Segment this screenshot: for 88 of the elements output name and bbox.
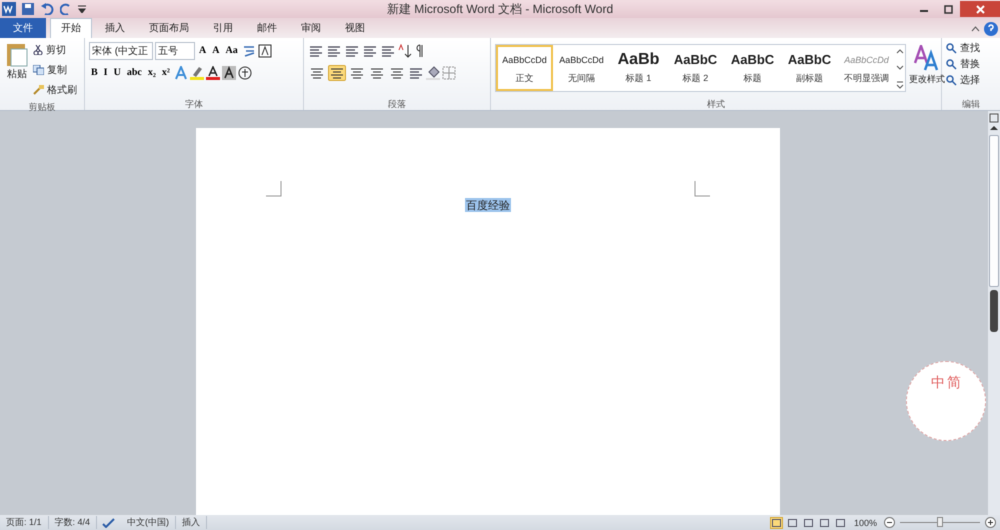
font-color-icon[interactable] bbox=[206, 66, 220, 80]
view-button[interactable] bbox=[802, 516, 815, 528]
ribbon-tab[interactable]: 邮件 bbox=[246, 18, 288, 38]
zoom-level[interactable]: 100% bbox=[854, 518, 877, 528]
group-label: 字体 bbox=[184, 98, 204, 110]
ribbon-tab[interactable]: 页面布局 bbox=[138, 18, 200, 38]
enclosed-character-icon[interactable] bbox=[238, 66, 252, 80]
change-styles-icon[interactable] bbox=[914, 45, 940, 71]
help-icon[interactable] bbox=[984, 22, 998, 36]
status-item[interactable]: 页面: 1/1 bbox=[0, 516, 49, 529]
group-label: 编辑 bbox=[961, 98, 981, 110]
zoom-slider[interactable] bbox=[937, 517, 943, 527]
align-button[interactable] bbox=[328, 65, 346, 81]
close-icon bbox=[976, 4, 984, 14]
zoom-out-icon[interactable] bbox=[884, 517, 895, 528]
margin-mark bbox=[266, 181, 282, 197]
ribbon-tab[interactable]: 开始 bbox=[50, 18, 92, 38]
format-button[interactable]: x₂ bbox=[146, 65, 158, 81]
style-item[interactable]: AaBbC 标题 2 bbox=[667, 45, 724, 91]
close-button[interactable] bbox=[960, 1, 1000, 17]
customize-icon[interactable] bbox=[78, 5, 86, 13]
status-item[interactable]: 中文(中国) bbox=[121, 516, 176, 529]
style-item[interactable]: AaBbC 标题 bbox=[724, 45, 781, 91]
style-item[interactable]: AaBb 标题 1 bbox=[610, 45, 667, 91]
proofing-icon[interactable] bbox=[101, 518, 118, 528]
maximize-icon bbox=[944, 4, 952, 14]
zoom-in-icon[interactable] bbox=[985, 517, 996, 528]
document-text: 百度经验 bbox=[465, 198, 511, 212]
change-styles-button[interactable]: 更改样式 bbox=[909, 73, 945, 86]
group-label: 剪贴板 bbox=[28, 101, 56, 113]
indicator-pill bbox=[990, 290, 998, 332]
ribbon-tab[interactable]: 插入 bbox=[94, 18, 136, 38]
view-button[interactable] bbox=[786, 516, 799, 528]
window-title: 新建 Microsoft Word 文档 - Microsoft Word bbox=[386, 0, 614, 18]
format-button[interactable]: B bbox=[89, 65, 100, 81]
font-button[interactable]: A bbox=[197, 43, 208, 59]
group-label: 段落 bbox=[387, 98, 407, 110]
collapse-ribbon-icon[interactable] bbox=[971, 26, 980, 32]
clipboard-icon[interactable] bbox=[6, 41, 28, 67]
copy-icon bbox=[33, 64, 44, 74]
font-button[interactable]: A bbox=[210, 43, 222, 59]
group-label: 样式 bbox=[706, 98, 726, 110]
style-item[interactable]: AaBbCcDd 不明显强调 bbox=[838, 45, 895, 91]
style-item[interactable]: AaBbCcDd 无间隔 bbox=[553, 45, 610, 91]
file-tab[interactable]: 文件 bbox=[0, 18, 46, 38]
ribbon-tab[interactable]: 视图 bbox=[334, 18, 376, 38]
word-logo-icon[interactable] bbox=[2, 2, 16, 16]
ribbon-tab[interactable]: 引用 bbox=[202, 18, 244, 38]
format-button[interactable]: I bbox=[102, 65, 110, 81]
ribbon-tab[interactable]: 审阅 bbox=[290, 18, 332, 38]
font-size-field[interactable]: 五号 bbox=[155, 42, 195, 60]
format-button[interactable]: U bbox=[112, 65, 123, 81]
format-button[interactable]: abc bbox=[124, 65, 144, 81]
paste-button[interactable]: 粘贴 bbox=[7, 67, 27, 81]
editing-action[interactable]: 查找 bbox=[946, 41, 980, 55]
shading-icon[interactable] bbox=[426, 66, 440, 80]
style-item[interactable]: AaBbC 副标题 bbox=[781, 45, 838, 91]
font-name-field[interactable]: 宋体 (中文正 bbox=[89, 42, 153, 60]
format-button[interactable]: x² bbox=[160, 65, 172, 81]
character-shading-icon[interactable] bbox=[222, 66, 236, 80]
find-icon bbox=[946, 42, 957, 54]
editing-action[interactable]: 选择 bbox=[946, 73, 980, 87]
clipboard-action[interactable]: 剪切 bbox=[33, 41, 77, 58]
scissors-icon bbox=[33, 44, 43, 54]
view-button[interactable] bbox=[834, 516, 847, 528]
save-icon[interactable] bbox=[22, 3, 34, 15]
scroll-thumb[interactable] bbox=[989, 135, 999, 287]
view-button[interactable] bbox=[818, 516, 831, 528]
ruler-toggle-icon[interactable] bbox=[989, 113, 999, 123]
paragraph-mark-icon[interactable] bbox=[414, 44, 424, 58]
highlighter-icon[interactable] bbox=[190, 66, 204, 80]
brush-icon bbox=[33, 84, 44, 94]
view-button[interactable] bbox=[770, 516, 783, 528]
sort-icon[interactable] bbox=[398, 44, 412, 58]
status-item[interactable]: 字数: 4/4 bbox=[48, 516, 98, 529]
editing-action[interactable]: 替换 bbox=[946, 57, 980, 71]
redo-icon[interactable] bbox=[60, 3, 72, 15]
status-item[interactable]: 插入 bbox=[176, 516, 208, 529]
clipboard-action[interactable]: 复制 bbox=[33, 61, 77, 78]
text-effect-icon[interactable] bbox=[174, 66, 188, 80]
margin-mark bbox=[694, 181, 710, 197]
style-item[interactable]: AaBbCcDd 正文 bbox=[496, 45, 553, 91]
character-border-icon[interactable] bbox=[258, 44, 272, 58]
font-button[interactable]: Aa bbox=[223, 43, 240, 59]
clipboard-action[interactable]: 格式刷 bbox=[33, 81, 77, 98]
vertical-scrollbar[interactable] bbox=[988, 111, 1000, 515]
scroll-up-icon[interactable] bbox=[990, 125, 998, 131]
undo-icon[interactable] bbox=[40, 3, 54, 15]
